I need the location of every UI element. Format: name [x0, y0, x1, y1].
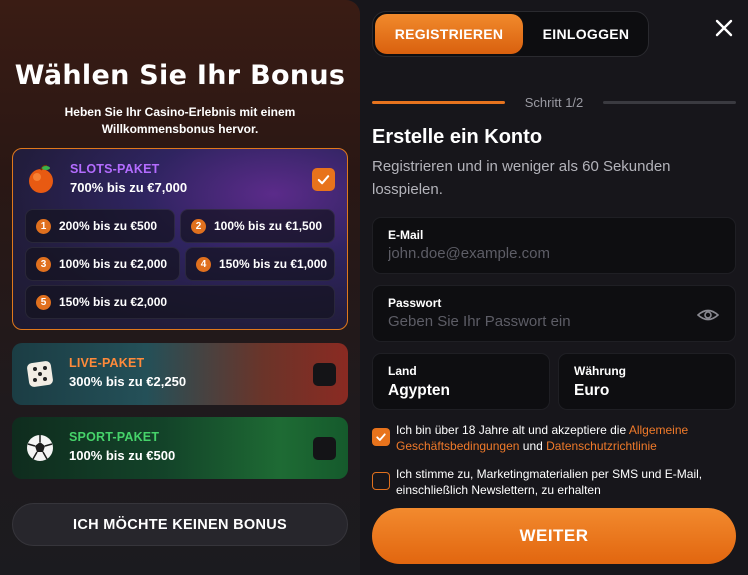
email-input[interactable]	[388, 245, 688, 262]
bonus-title: Wählen Sie Ihr Bonus	[14, 60, 346, 91]
live-package-amount: 300% bis zu €2,250	[69, 374, 187, 389]
live-package-checkbox[interactable]	[313, 363, 336, 386]
progress-step-active	[372, 101, 505, 104]
slots-package-card[interactable]: SLOTS-PAKET 700% bis zu €7,000 1 200% bi…	[12, 148, 348, 330]
slots-option-4[interactable]: 4 150% bis zu €1,000	[185, 247, 335, 281]
option-number: 3	[36, 256, 51, 272]
live-package-card[interactable]: LIVE-PAKET 300% bis zu €2,250	[12, 343, 348, 405]
form-title: Erstelle ein Konto	[372, 126, 543, 148]
option-label: 150% bis zu €1,000	[219, 257, 328, 271]
currency-label: Währung	[574, 364, 626, 378]
email-label: E-Mail	[388, 228, 424, 242]
slots-package-name: SLOTS-PAKET	[70, 162, 160, 176]
sport-package-amount: 100% bis zu €500	[69, 448, 176, 463]
terms-text-before: Ich bin über 18 Jahre alt und akzeptiere…	[396, 423, 629, 437]
sport-package-card[interactable]: SPORT-PAKET 100% bis zu €500	[12, 417, 348, 479]
slots-package-checkbox[interactable]	[312, 168, 335, 191]
slots-package-amount: 700% bis zu €7,000	[70, 180, 188, 195]
form-subtitle: Registrieren und in weniger als 60 Sekun…	[372, 158, 671, 198]
option-number: 2	[191, 218, 206, 234]
checkmark-icon	[317, 175, 330, 185]
close-icon[interactable]	[712, 16, 736, 40]
option-label: 200% bis zu €500	[59, 219, 158, 233]
option-label: 100% bis zu €1,500	[214, 219, 323, 233]
sport-package-checkbox[interactable]	[313, 437, 336, 460]
tab-login[interactable]: EINLOGGEN	[525, 14, 647, 54]
option-number: 5	[36, 294, 51, 310]
option-label: 100% bis zu €2,000	[59, 257, 168, 271]
dice-icon	[27, 361, 53, 387]
terms-text-mid: und	[519, 439, 547, 453]
bonus-panel: Wählen Sie Ihr Bonus Heben Sie Ihr Casin…	[0, 0, 360, 575]
live-package-name: LIVE-PAKET	[69, 356, 145, 370]
option-number: 1	[36, 218, 51, 234]
continue-button[interactable]: WEITER	[372, 508, 736, 564]
step-indicator: Schritt 1/2	[524, 95, 584, 110]
terms-checkbox[interactable]	[372, 428, 390, 446]
fruit-icon	[29, 164, 53, 193]
sport-package-name: SPORT-PAKET	[69, 430, 160, 444]
terms-text: Ich bin über 18 Jahre alt und akzeptiere…	[396, 422, 736, 454]
marketing-text: Ich stimme zu, Marketingmaterialien per …	[396, 467, 703, 497]
country-value: Agypten	[388, 382, 450, 399]
progress-step-inactive	[603, 101, 736, 104]
auth-tabs: REGISTRIEREN EINLOGGEN	[372, 11, 649, 57]
password-field: Passwort	[372, 285, 736, 342]
slots-option-2[interactable]: 2 100% bis zu €1,500	[180, 209, 335, 243]
privacy-link[interactable]: Datenschutzrichtlinie	[546, 439, 657, 453]
password-label: Passwort	[388, 296, 442, 310]
checkmark-icon	[376, 433, 386, 441]
option-label: 150% bis zu €2,000	[59, 295, 168, 309]
country-select[interactable]: Land Agypten	[372, 353, 550, 410]
country-label: Land	[388, 364, 417, 378]
slots-option-1[interactable]: 1 200% bis zu €500	[25, 209, 175, 243]
option-number: 4	[196, 256, 211, 272]
eye-icon[interactable]	[697, 306, 719, 324]
slots-option-3[interactable]: 3 100% bis zu €2,000	[25, 247, 180, 281]
bonus-subtitle: Heben Sie Ihr Casino-Erlebnis mit einem …	[64, 105, 296, 136]
tab-register[interactable]: REGISTRIEREN	[375, 14, 523, 54]
currency-select[interactable]: Währung Euro	[558, 353, 736, 410]
soccer-ball-icon	[27, 435, 53, 461]
email-field: E-Mail	[372, 217, 736, 274]
slots-option-5[interactable]: 5 150% bis zu €2,000	[25, 285, 335, 319]
currency-value: Euro	[574, 382, 610, 399]
no-bonus-button[interactable]: ICH MÖCHTE KEINEN BONUS	[12, 503, 348, 546]
marketing-checkbox[interactable]	[372, 472, 390, 490]
password-input[interactable]	[388, 313, 688, 330]
